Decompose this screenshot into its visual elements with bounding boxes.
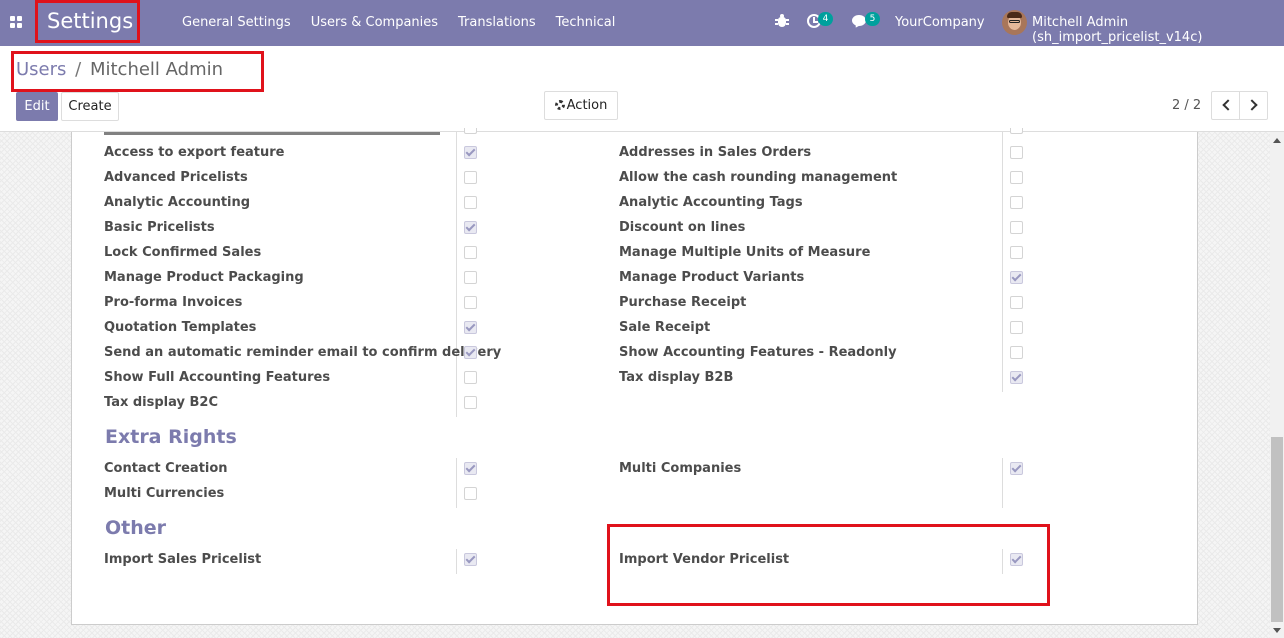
- vertical-scrollbar[interactable]: [1270, 132, 1284, 638]
- user-menu[interactable]: Mitchell Admin (sh_import_pricelist_v14c…: [1032, 15, 1284, 45]
- action-button[interactable]: Action: [544, 91, 618, 120]
- technical-setting-checkbox[interactable]: [1010, 371, 1023, 384]
- pager-next-button[interactable]: [1239, 91, 1268, 120]
- technical-setting-label: Tax display B2C: [104, 395, 219, 410]
- technical-setting-checkbox[interactable]: [464, 346, 477, 359]
- technical-setting-label: Analytic Accounting Tags: [619, 195, 803, 210]
- extra-right-checkbox[interactable]: [464, 487, 477, 500]
- other-setting-checkbox[interactable]: [464, 553, 477, 566]
- technical-setting-checkbox[interactable]: [1010, 246, 1023, 259]
- technical-setting-checkbox[interactable]: [464, 371, 477, 384]
- highlight-box-settings: [35, 0, 140, 43]
- debug-bug-icon[interactable]: [775, 13, 789, 29]
- technical-setting-label: Tax display B2B: [619, 370, 734, 385]
- technical-setting-label: Quotation Templates: [104, 320, 257, 335]
- activity-count-badge: 4: [818, 12, 833, 26]
- technical-setting-label: Pro-forma Invoices: [104, 295, 243, 310]
- technical-setting-checkbox[interactable]: [1010, 296, 1023, 309]
- technical-setting-checkbox[interactable]: [1010, 271, 1023, 284]
- technical-setting-label: Basic Pricelists: [104, 220, 215, 235]
- cut-off-checkbox: [1010, 128, 1023, 134]
- technical-setting-label: Access to export feature: [104, 145, 285, 160]
- menu-technical[interactable]: Technical: [556, 15, 616, 30]
- technical-setting-label: Addresses in Sales Orders: [619, 145, 812, 160]
- chevron-left-icon: [1222, 99, 1234, 111]
- technical-setting-label: Sale Receipt: [619, 320, 711, 335]
- technical-setting-label: Show Accounting Features - Readonly: [619, 345, 897, 360]
- menu-users-companies[interactable]: Users & Companies: [311, 15, 438, 30]
- technical-setting-checkbox[interactable]: [464, 396, 477, 409]
- technical-setting-label: Discount on lines: [619, 220, 746, 235]
- column-separator: [456, 132, 457, 417]
- extra-right-label: Contact Creation: [104, 461, 228, 476]
- message-count-badge: 5: [865, 12, 880, 26]
- scroll-up-arrow-icon[interactable]: [1273, 138, 1281, 143]
- technical-setting-checkbox[interactable]: [464, 246, 477, 259]
- technical-setting-label: Advanced Pricelists: [104, 170, 248, 185]
- technical-setting-checkbox[interactable]: [464, 296, 477, 309]
- create-button[interactable]: Create: [61, 92, 119, 121]
- extra-right-checkbox[interactable]: [1010, 462, 1023, 475]
- column-separator: [1002, 132, 1003, 392]
- column-separator: [456, 458, 457, 508]
- technical-setting-checkbox[interactable]: [464, 321, 477, 334]
- user-avatar[interactable]: [1002, 10, 1027, 35]
- highlight-box-breadcrumb: [11, 51, 264, 92]
- edit-button[interactable]: Edit: [16, 92, 58, 121]
- chevron-right-icon: [1246, 99, 1258, 111]
- technical-setting-label: Analytic Accounting: [104, 195, 251, 210]
- technical-setting-checkbox[interactable]: [1010, 146, 1023, 159]
- apps-menu-icon[interactable]: [10, 16, 22, 28]
- column-separator: [1002, 458, 1003, 508]
- top-navbar: Settings General Settings Users & Compan…: [0, 0, 1284, 46]
- scrollbar-thumb[interactable]: [1271, 437, 1283, 622]
- technical-setting-label: Manage Multiple Units of Measure: [619, 245, 871, 260]
- technical-setting-label: Allow the cash rounding management: [619, 170, 898, 185]
- technical-setting-checkbox[interactable]: [464, 196, 477, 209]
- extra-right-checkbox[interactable]: [464, 462, 477, 475]
- technical-setting-checkbox[interactable]: [1010, 196, 1023, 209]
- technical-setting-label: Send an automatic reminder email to conf…: [104, 345, 502, 360]
- menu-general-settings[interactable]: General Settings: [182, 15, 291, 30]
- technical-setting-checkbox[interactable]: [1010, 171, 1023, 184]
- action-label: Action: [566, 98, 608, 113]
- technical-setting-checkbox[interactable]: [1010, 221, 1023, 234]
- gear-icon: [554, 100, 565, 110]
- scroll-down-arrow-icon[interactable]: [1273, 628, 1281, 633]
- menu-translations[interactable]: Translations: [458, 15, 536, 30]
- technical-setting-checkbox[interactable]: [464, 171, 477, 184]
- technical-setting-label: Manage Product Packaging: [104, 270, 304, 285]
- pager-previous-button[interactable]: [1211, 91, 1240, 120]
- technical-setting-label: Purchase Receipt: [619, 295, 747, 310]
- section-title-extra-rights: Extra Rights: [105, 426, 237, 448]
- technical-setting-label: Manage Product Variants: [619, 270, 805, 285]
- technical-setting-checkbox[interactable]: [464, 221, 477, 234]
- cut-off-row: [104, 132, 440, 136]
- main-menu: General Settings Users & Companies Trans…: [182, 15, 635, 30]
- other-setting-label: Import Sales Pricelist: [104, 552, 262, 567]
- extra-right-label: Multi Currencies: [104, 486, 225, 501]
- section-title-other: Other: [105, 517, 167, 539]
- pager-value[interactable]: 2 / 2: [1172, 98, 1201, 113]
- highlight-box-import-vendor-pricelist: [607, 524, 1050, 606]
- messaging-chat-icon[interactable]: [852, 15, 866, 26]
- technical-setting-label: Lock Confirmed Sales: [104, 245, 262, 260]
- technical-setting-checkbox[interactable]: [464, 146, 477, 159]
- technical-setting-label: Show Full Accounting Features: [104, 370, 331, 385]
- technical-setting-checkbox[interactable]: [1010, 346, 1023, 359]
- column-separator: [456, 549, 457, 574]
- technical-setting-checkbox[interactable]: [1010, 321, 1023, 334]
- company-switcher[interactable]: YourCompany: [895, 15, 985, 30]
- cut-off-checkbox: [464, 128, 477, 134]
- extra-right-label: Multi Companies: [619, 461, 742, 476]
- technical-setting-checkbox[interactable]: [464, 271, 477, 284]
